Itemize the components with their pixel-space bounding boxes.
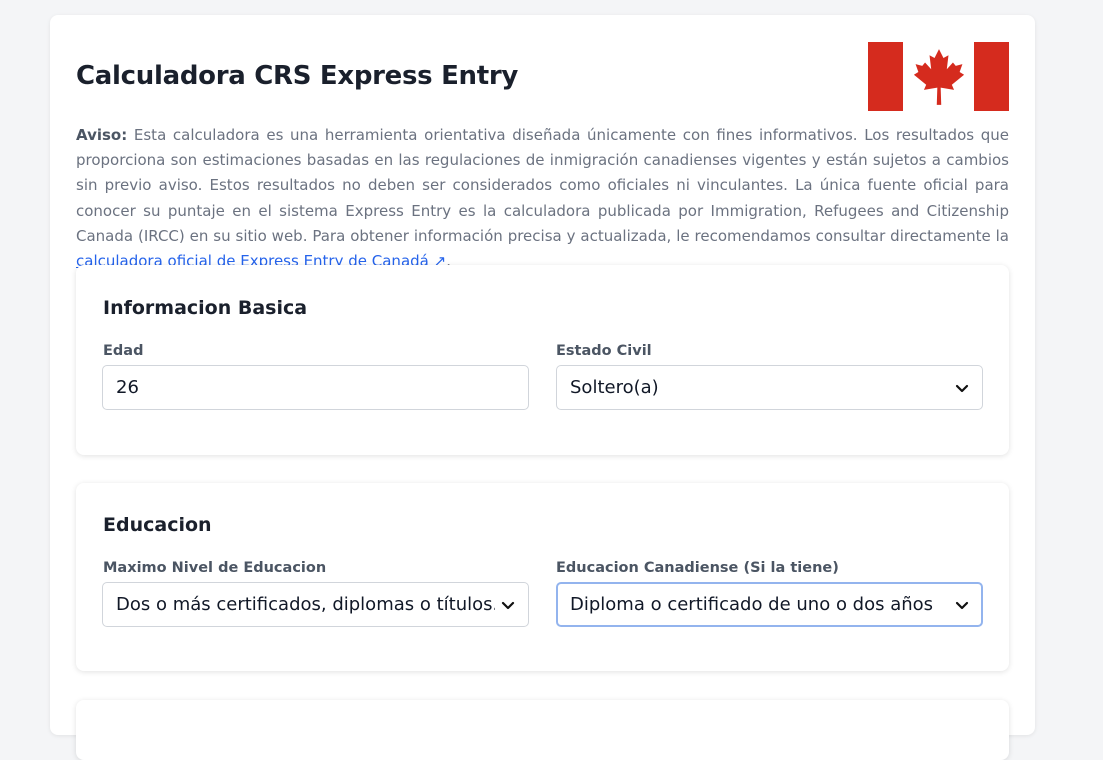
marital-status-select[interactable]: Soltero(a) [556,365,983,410]
age-label: Edad [103,343,144,359]
education-title: Educacion [103,514,212,536]
marital-status-label: Estado Civil [556,343,652,359]
canada-flag-icon [868,42,1009,111]
max-education-select[interactable]: Dos o más certificados, diplomas o títul… [102,582,529,627]
education-section: Educacion Maximo Nivel de Educacion Dos … [76,483,1009,671]
maple-leaf-icon [913,48,964,105]
age-input[interactable]: 26 [102,365,529,410]
max-education-value: Dos o más certificados, diplomas o títul… [116,594,495,615]
canadian-education-select[interactable]: Diploma o certificado de uno o dos años [556,582,983,627]
calculator-card: Calculadora CRS Express Entry Aviso: Est… [50,15,1035,760]
canadian-education-value: Diploma o certificado de uno o dos años [570,594,934,615]
chevron-down-icon [501,601,515,609]
basic-info-section: Informacion Basica Edad 26 Estado Civil … [76,265,1009,455]
disclaimer-text: Aviso: Esta calculadora es una herramien… [76,123,1009,274]
basic-info-title: Informacion Basica [103,297,308,319]
page-title: Calculadora CRS Express Entry [76,61,519,91]
canadian-education-label: Educacion Canadiense (Si la tiene) [556,560,839,576]
max-education-label: Maximo Nivel de Educacion [103,560,327,576]
age-value: 26 [116,377,139,398]
chevron-down-icon [955,601,969,609]
chevron-down-icon [955,384,969,392]
next-section [76,700,1009,760]
disclaimer-body: Esta calculadora es una herramienta orie… [76,126,1009,245]
marital-status-value: Soltero(a) [570,377,659,398]
disclaimer-label: Aviso: [76,126,128,144]
